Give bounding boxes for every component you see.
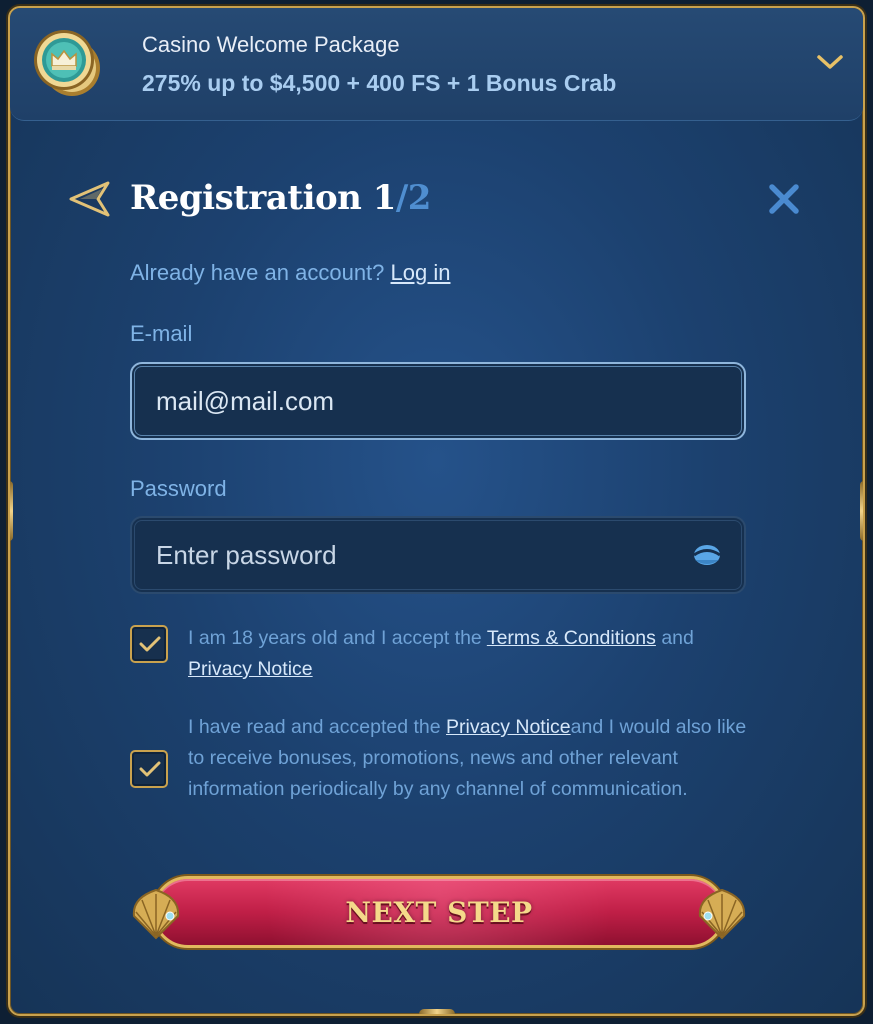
password-field[interactable] [156, 518, 674, 592]
registration-modal: Casino Welcome Package 275% up to $4,500… [8, 6, 865, 1016]
password-field-frame [130, 516, 746, 594]
page-title: Registration 1/2 [130, 178, 431, 218]
terms-consent-text: I am 18 years old and I accept the Terms… [188, 623, 748, 685]
terms-checkbox[interactable] [130, 625, 168, 663]
frame-ornament [860, 481, 863, 541]
chevron-down-icon[interactable] [815, 50, 845, 74]
privacy-notice-link[interactable]: Privacy Notice [188, 658, 313, 680]
checkmark-icon [139, 636, 161, 652]
marketing-text-before: I have read and accepted the [188, 716, 447, 738]
title-text: Registration 1 [130, 178, 396, 218]
frame-ornament [418, 1009, 455, 1014]
login-prompt: Already have an account? Log in [130, 260, 450, 286]
next-step-label: NEXT STEP [345, 896, 533, 929]
crown-coin-icon [34, 30, 100, 96]
login-prompt-text: Already have an account? [130, 260, 385, 285]
next-step-button[interactable]: NEXT STEP [130, 866, 748, 958]
email-field[interactable] [156, 364, 674, 438]
terms-text-middle: and [655, 627, 694, 649]
checkmark-icon [139, 761, 161, 777]
password-label: Password [130, 476, 227, 501]
frame-ornament [10, 481, 13, 541]
bonus-banner[interactable]: Casino Welcome Package 275% up to $4,500… [10, 8, 863, 121]
close-icon[interactable] [767, 182, 801, 216]
back-arrow-icon[interactable] [68, 180, 112, 218]
marketing-checkbox[interactable] [130, 750, 168, 788]
marketing-consent-text: I have read and accepted the Privacy Not… [188, 712, 748, 805]
email-field-frame [130, 362, 746, 440]
step-total: /2 [395, 178, 432, 218]
login-link[interactable]: Log in [391, 260, 451, 285]
email-label: E-mail [130, 321, 193, 346]
bonus-title: Casino Welcome Package [142, 32, 400, 57]
eye-icon[interactable] [692, 542, 722, 568]
terms-text-before: I am 18 years old and I accept the [188, 627, 487, 649]
bonus-amount: 275% up to $4,500 + 400 FS + 1 Bonus Cra… [142, 70, 617, 96]
terms-link[interactable]: Terms & Conditions [487, 627, 656, 649]
privacy-notice-link[interactable]: Privacy Notice [446, 716, 571, 738]
